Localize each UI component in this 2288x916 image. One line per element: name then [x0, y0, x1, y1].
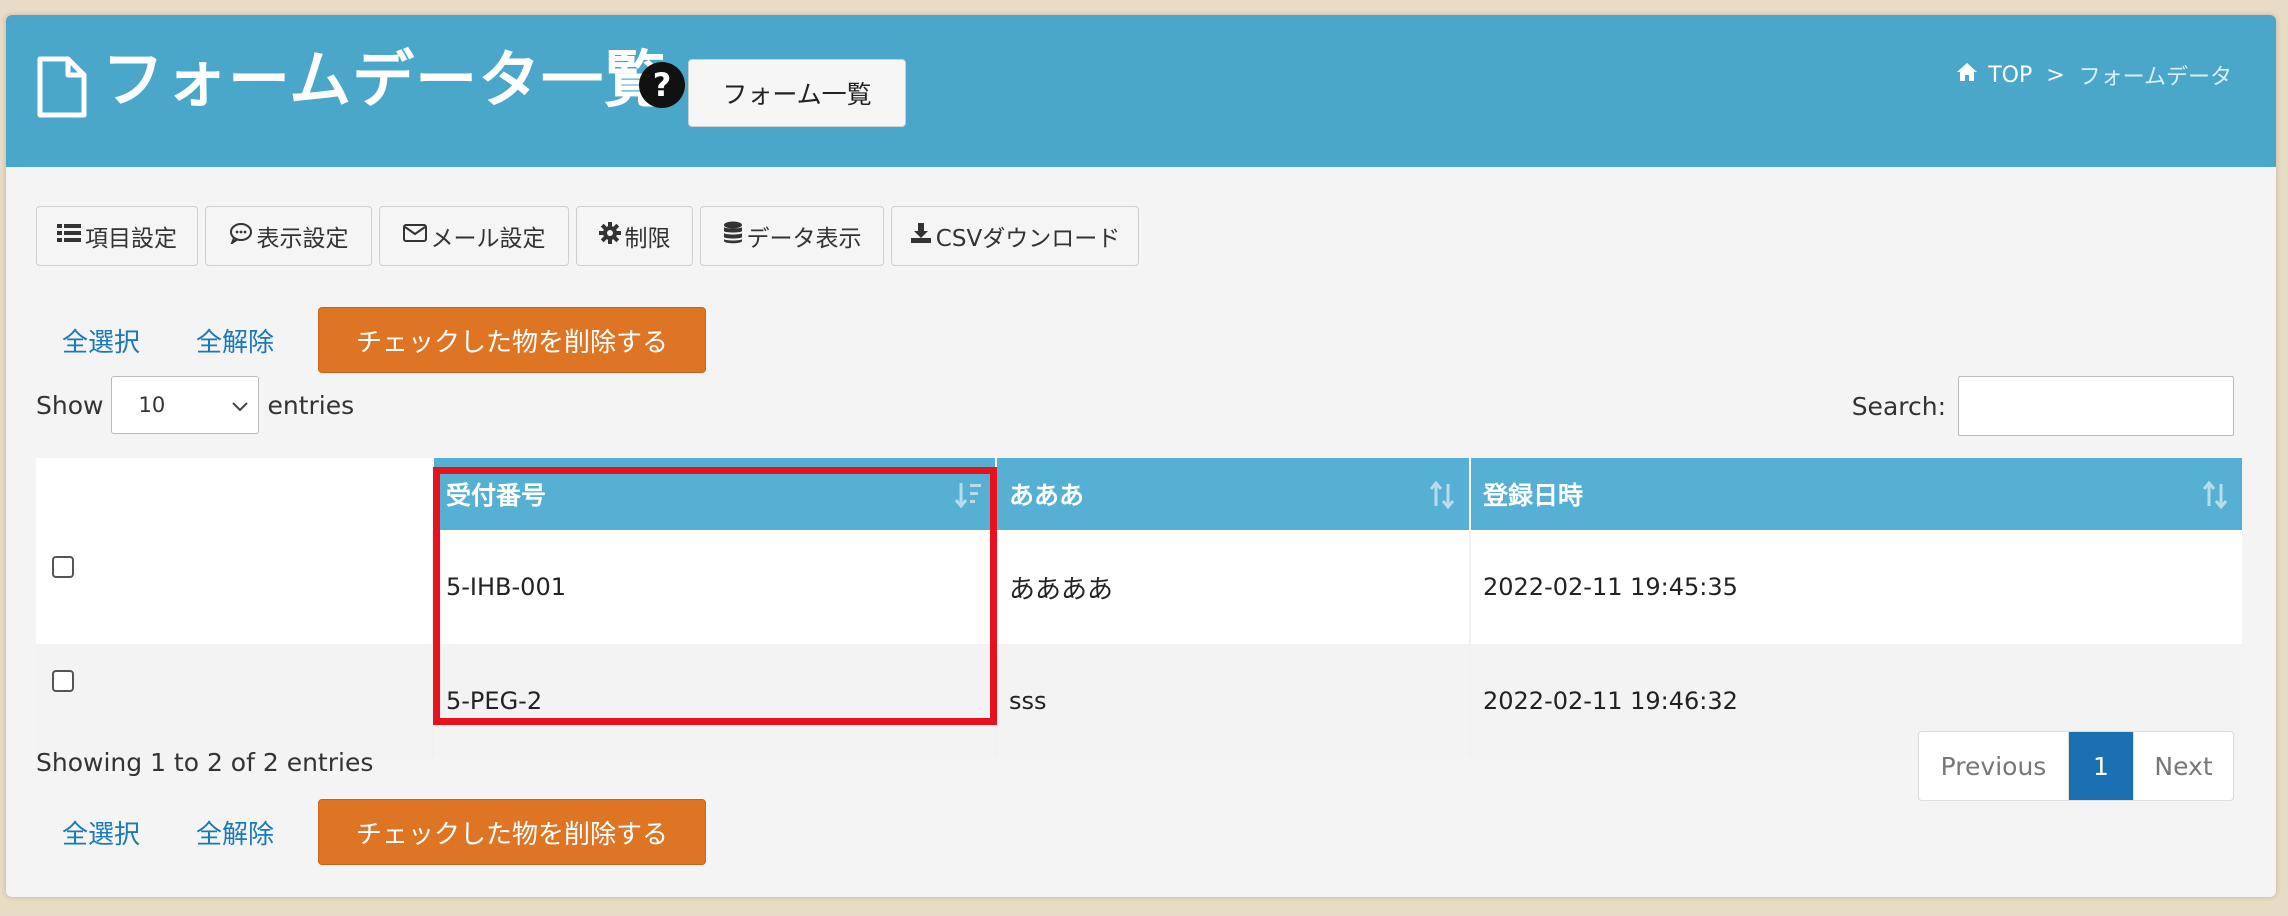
chevron-down-icon: [230, 395, 250, 419]
field-cell: ああああ: [995, 530, 1470, 644]
row-checkbox[interactable]: [52, 670, 74, 692]
selection-actions-bottom: 全選択 全解除 チェックした物を削除する: [36, 799, 707, 865]
display-settings-button[interactable]: 表示設定: [205, 206, 372, 266]
previous-page-button[interactable]: Previous: [1919, 732, 2069, 800]
column-header-field-label: あああ: [1009, 481, 1085, 510]
breadcrumb-current: フォームデータ: [2078, 65, 2232, 90]
column-header-select: [36, 458, 433, 530]
page-title: フォームデータ一覧: [102, 43, 668, 116]
number-cell: 5-IHB-001: [432, 530, 996, 644]
settings-toolbar: 項目設定 表示設定 メール設定 制限 データ表示 CSVダウンロード: [36, 206, 1139, 266]
home-icon: [1956, 62, 1978, 88]
data-display-button[interactable]: データ表示: [700, 206, 884, 266]
table-row: 5-PEG-2 sss 2022-02-11 19:46:32: [36, 644, 2242, 758]
row-select-cell: [36, 530, 433, 644]
sort-icon: [1427, 480, 1457, 516]
comment-icon: [229, 222, 253, 250]
row-select-cell: [36, 644, 433, 758]
svg-text:?: ?: [653, 66, 672, 104]
restriction-button[interactable]: 制限: [576, 206, 693, 266]
form-list-button[interactable]: フォーム一覧: [688, 59, 906, 127]
date-cell: 2022-02-11 19:45:35: [1469, 530, 2242, 644]
breadcrumb-home-link[interactable]: TOP: [1988, 63, 2032, 88]
page-1-button[interactable]: 1: [2069, 732, 2133, 800]
deselect-all-link[interactable]: 全解除: [196, 322, 274, 359]
delete-checked-button[interactable]: チェックした物を削除する: [318, 307, 707, 373]
download-icon: [910, 222, 932, 250]
sort-descending-icon: [953, 480, 983, 516]
number-cell: 5-PEG-2: [432, 644, 996, 758]
data-display-label: データ表示: [746, 226, 862, 252]
database-icon: [723, 221, 743, 251]
page-length-select[interactable]: 10: [111, 376, 260, 434]
table-header-row: 受付番号 あああ 登録日時: [36, 458, 2242, 530]
mail-settings-label: メール設定: [430, 226, 546, 252]
field-cell: sss: [995, 644, 1470, 758]
item-settings-button[interactable]: 項目設定: [36, 206, 198, 266]
column-header-field[interactable]: あああ: [995, 458, 1470, 530]
next-page-button[interactable]: Next: [2133, 732, 2233, 800]
select-all-link[interactable]: 全選択: [62, 814, 140, 851]
show-label: Show: [36, 390, 104, 420]
page-length-control: Show 10 entries: [36, 376, 354, 434]
form-data-table: 受付番号 あああ 登録日時 5-IHB-001 ああああ 2022-02-11 …: [36, 458, 2242, 758]
file-icon: [36, 55, 88, 123]
page-length-value: 10: [138, 393, 166, 417]
selection-actions-top: 全選択 全解除 チェックした物を削除する: [36, 307, 707, 373]
envelope-icon: [402, 223, 427, 249]
csv-download-label: CSVダウンロード: [935, 226, 1121, 252]
sort-icon: [2200, 480, 2230, 516]
help-icon[interactable]: ?: [638, 61, 686, 113]
deselect-all-link[interactable]: 全解除: [196, 814, 274, 851]
gear-icon: [598, 222, 621, 250]
delete-checked-button[interactable]: チェックした物を削除する: [318, 799, 707, 865]
search-label: Search:: [1851, 391, 1946, 421]
item-settings-label: 項目設定: [85, 226, 177, 252]
search-input[interactable]: [1958, 376, 2234, 436]
list-icon: [57, 223, 81, 249]
pagination: Previous 1 Next: [1918, 731, 2234, 801]
display-settings-label: 表示設定: [256, 226, 349, 252]
select-all-link[interactable]: 全選択: [62, 322, 140, 359]
column-header-date-label: 登録日時: [1483, 481, 1584, 510]
page-header: フォームデータ一覧 ? フォーム一覧 TOP > フォームデータ: [6, 15, 2276, 167]
csv-download-button[interactable]: CSVダウンロード: [891, 206, 1139, 266]
column-header-date[interactable]: 登録日時: [1469, 458, 2242, 530]
main-panel: フォームデータ一覧 ? フォーム一覧 TOP > フォームデータ 項目設定 表示…: [6, 15, 2276, 897]
entries-label: entries: [267, 390, 355, 420]
restriction-label: 制限: [624, 226, 671, 252]
column-header-number-label: 受付番号: [446, 481, 547, 510]
breadcrumb: TOP > フォームデータ: [1956, 59, 2232, 91]
table-row: 5-IHB-001 ああああ 2022-02-11 19:45:35: [36, 530, 2242, 644]
row-checkbox[interactable]: [52, 556, 74, 578]
table-info: Showing 1 to 2 of 2 entries: [36, 748, 374, 777]
column-header-number[interactable]: 受付番号: [432, 458, 996, 530]
mail-settings-button[interactable]: メール設定: [379, 206, 569, 266]
breadcrumb-separator: >: [2046, 62, 2065, 88]
search-control: Search:: [1852, 376, 2234, 436]
